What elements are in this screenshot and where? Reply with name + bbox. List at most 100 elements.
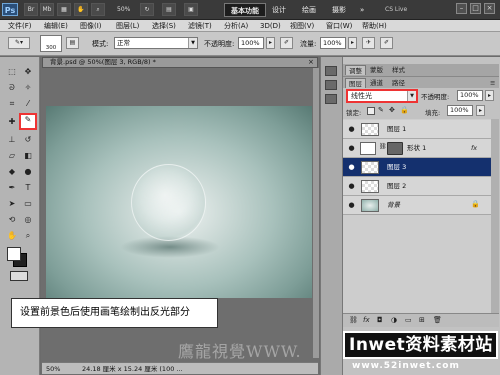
healing-brush-tool-icon[interactable]: ✚ [5,115,19,128]
blur-tool-icon[interactable]: ◆ [5,165,19,178]
screen-mode-icon[interactable]: ▣ [184,3,198,16]
layer-row[interactable]: ● 背景 🔒 [343,196,491,215]
hand-tool-icon[interactable]: ✋ [74,3,88,16]
workspace-essentials[interactable]: 基本功能 [224,3,266,17]
brush-tool-icon[interactable]: ✎ [19,113,37,130]
document-close-icon[interactable]: × [308,58,314,66]
menu-3d[interactable]: 3D(D) [260,20,281,32]
view-extras-button[interactable]: ▦ [57,3,71,16]
eye-icon[interactable]: ● [347,163,356,171]
workspace-more[interactable]: » [354,3,370,17]
menu-filter[interactable]: 滤镜(T) [188,20,212,32]
airbrush-icon[interactable]: ✈ [362,37,375,49]
delete-layer-icon[interactable]: 🗑 [433,316,442,324]
lock-transparent-icon[interactable] [367,107,375,115]
menu-view[interactable]: 视图(V) [290,20,314,32]
layers-scrollbar[interactable] [491,119,499,313]
mode-select[interactable]: 正常 ▼ [114,37,198,49]
layer-opacity-arrow-icon[interactable]: ▸ [485,90,494,101]
lock-move-icon[interactable]: ✥ [389,106,395,114]
tab-paths[interactable]: 路径 [389,78,408,88]
brush-panel-icon[interactable] [325,80,337,90]
marquee-tool-icon[interactable]: ⬚ [5,65,19,78]
opacity-input[interactable]: 100% [238,37,264,49]
tab-layers[interactable]: 图层 [345,78,366,88]
fx-icon[interactable]: fx [471,144,477,152]
quick-select-tool-icon[interactable]: ✧ [21,81,35,94]
menu-help[interactable]: 帮助(H) [362,20,387,32]
layer-row[interactable]: ● 图层 2 [343,177,491,196]
lock-paint-icon[interactable]: ✎ [378,106,384,114]
brush-preset-picker[interactable]: ✎▾ [8,37,30,49]
zoom-level[interactable]: 50% [117,6,130,13]
blend-mode-select[interactable]: 线性光 ▼ [346,89,418,103]
character-panel-icon[interactable] [325,94,337,104]
tab-masks[interactable]: 蒙版 [367,65,386,75]
menu-analysis[interactable]: 分析(A) [224,20,248,32]
fill-arrow-icon[interactable]: ▸ [476,105,485,116]
crop-tool-icon[interactable]: ⌗ [5,97,19,110]
history-brush-tool-icon[interactable]: ↺ [21,133,35,146]
flow-slider-arrow-icon[interactable]: ▸ [348,37,357,49]
new-layer-icon[interactable]: ⊞ [419,316,425,324]
rotate-view-icon[interactable]: ↻ [140,3,154,16]
shape-tool-icon[interactable]: ▭ [21,197,35,210]
eye-icon[interactable]: ● [347,125,356,133]
link-icon[interactable]: ⛓ [379,143,387,150]
status-zoom[interactable]: 50% [46,364,60,374]
menu-image[interactable]: 图像(I) [80,20,102,32]
brush-size-preview[interactable]: 300 [40,35,62,52]
dodge-tool-icon[interactable]: ● [21,165,35,178]
tab-channels[interactable]: 通道 [367,78,386,88]
move-tool-icon[interactable]: ✥ [21,65,35,78]
mini-bridge-button[interactable]: Mb [40,3,54,16]
layer-opacity-input[interactable]: 100% [457,90,483,101]
hand-tool-icon[interactable]: ✋ [5,229,19,242]
3d-orbit-tool-icon[interactable]: ◎ [21,213,35,226]
workspace-photography[interactable]: 摄影 [326,3,352,17]
menu-window[interactable]: 窗口(W) [326,20,352,32]
panel-menu-icon[interactable]: ≡ [487,78,498,88]
bridge-button[interactable]: Br [24,3,38,16]
eyedropper-tool-icon[interactable]: ⁄ [21,97,35,110]
link-layers-icon[interactable]: ⛓ [349,316,358,324]
arrange-documents-icon[interactable]: ▤ [162,3,176,16]
foreground-color-swatch[interactable] [7,247,21,261]
layer-row[interactable]: ● ⛓ 形状 1 fx [343,139,491,158]
eraser-tool-icon[interactable]: ▱ [5,149,19,162]
brush-panel-toggle-icon[interactable]: ▤ [66,37,79,49]
tab-adjustments[interactable]: 调整 [345,65,366,75]
lock-all-icon[interactable]: 🔒 [400,106,409,114]
layer-row-selected[interactable]: ● 图层 3 [343,158,491,177]
fill-input[interactable]: 100% [447,105,473,116]
eye-icon[interactable]: ● [347,182,356,190]
cs-live-button[interactable]: CS Live [385,3,421,16]
menu-edit[interactable]: 编辑(E) [44,20,68,32]
zoom-tool-icon[interactable]: ⌕ [21,229,35,242]
clone-stamp-tool-icon[interactable]: ⊥ [5,133,19,146]
eye-icon[interactable]: ● [347,201,356,209]
adjustment-layer-icon[interactable]: ◑ [391,316,397,324]
gradient-tool-icon[interactable]: ◧ [21,149,35,162]
type-tool-icon[interactable]: T [21,181,35,194]
add-mask-icon[interactable]: ◘ [377,316,383,324]
path-selection-tool-icon[interactable]: ➤ [5,197,19,210]
lasso-tool-icon[interactable]: ᘐ [5,81,19,94]
pressure-opacity-icon[interactable]: ✐ [280,37,293,49]
history-panel-icon[interactable] [325,66,337,76]
opacity-slider-arrow-icon[interactable]: ▸ [266,37,275,49]
flow-input[interactable]: 100% [320,37,346,49]
menu-layer[interactable]: 图层(L) [116,20,139,32]
new-group-icon[interactable]: ▭ [405,316,412,324]
workspace-painting[interactable]: 绘画 [296,3,322,17]
layer-row[interactable]: ● 图层 1 [343,120,491,139]
workspace-design[interactable]: 设计 [266,3,292,17]
tab-styles[interactable]: 样式 [389,65,408,75]
3d-rotate-tool-icon[interactable]: ⟲ [5,213,19,226]
document-scrollbar[interactable] [313,68,319,358]
close-icon[interactable]: × [484,3,495,14]
zoom-tool-icon[interactable]: ⌕ [91,3,105,16]
pressure-size-icon[interactable]: ✐ [380,37,393,49]
menu-file[interactable]: 文件(F) [8,20,32,32]
minimize-icon[interactable]: – [456,3,467,14]
